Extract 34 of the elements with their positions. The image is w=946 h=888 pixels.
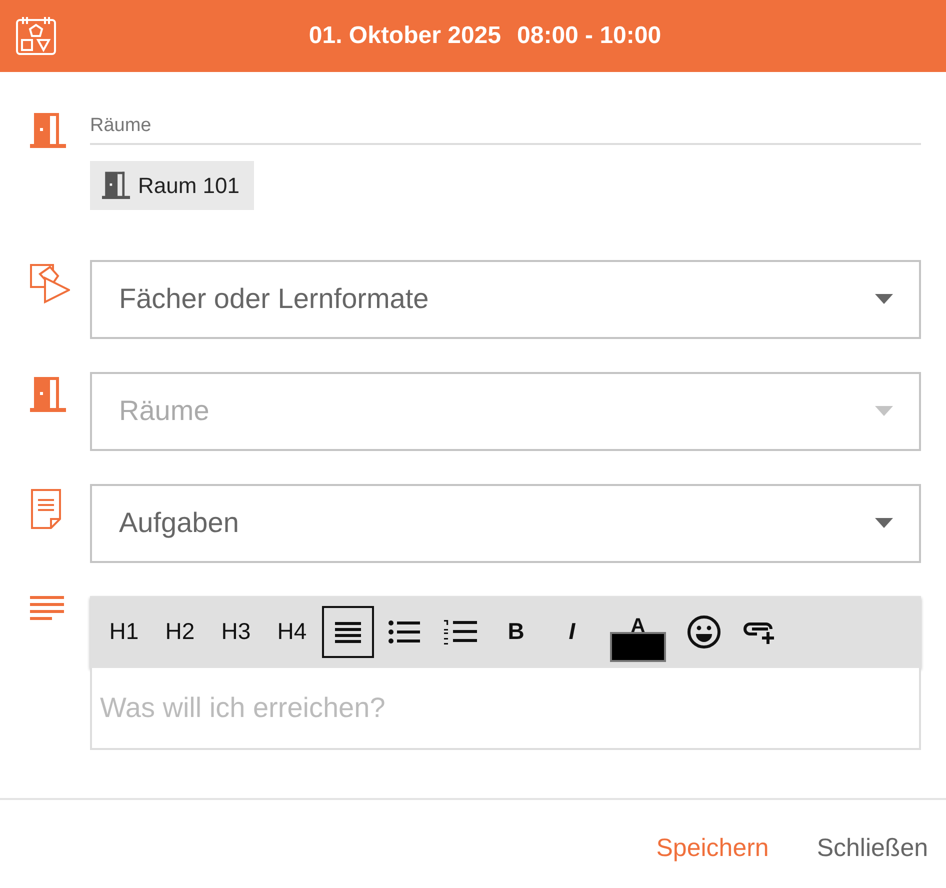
- door-icon: [30, 112, 66, 148]
- toolbar-button[interactable]: [322, 606, 374, 658]
- shapes-icon: [30, 264, 70, 304]
- heading-button[interactable]: H2: [154, 606, 206, 658]
- heading-button[interactable]: H4: [266, 606, 318, 658]
- bulleted-list-icon: [388, 620, 420, 644]
- room-chip[interactable]: Raum 101: [90, 160, 254, 210]
- time-range-title: 08:00 - 10:00: [517, 21, 662, 51]
- numbered-list-icon: [443, 618, 477, 644]
- close-button[interactable]: Schließen: [816, 830, 928, 868]
- text-color-button[interactable]: A: [602, 610, 674, 668]
- smiley-icon: [687, 614, 721, 648]
- text-lines-icon: [30, 596, 64, 622]
- dropdown-value: Aufgaben: [119, 506, 239, 540]
- heading-button[interactable]: H1: [98, 606, 150, 658]
- dropdown-placeholder: Räume: [119, 394, 210, 428]
- dropdown-field[interactable]: Fächer oder Lernformate: [90, 260, 921, 338]
- rooms-label: Räume: [90, 112, 921, 144]
- dropdown-field[interactable]: Aufgaben: [90, 484, 921, 562]
- dropdown-arrow-icon: [875, 518, 893, 528]
- dropdown-arrow-icon: [875, 406, 893, 416]
- dropdown-arrow-icon: [875, 294, 893, 304]
- door-icon: [102, 171, 130, 199]
- text-editor-field[interactable]: Was will ich erreichen?: [90, 668, 921, 750]
- dropdown-value: Fächer oder Lernformate: [119, 282, 429, 316]
- italic-button[interactable]: I: [546, 606, 598, 658]
- link-add-icon: [743, 620, 777, 644]
- date-title: 01. Oktober 2025: [308, 21, 501, 51]
- document-icon: [30, 488, 62, 530]
- align-justify-icon: [335, 620, 361, 642]
- bold-button[interactable]: B: [490, 606, 542, 658]
- heading-button[interactable]: H3: [210, 606, 262, 658]
- door-icon: [30, 376, 66, 412]
- calendar-shapes-icon: [16, 16, 56, 56]
